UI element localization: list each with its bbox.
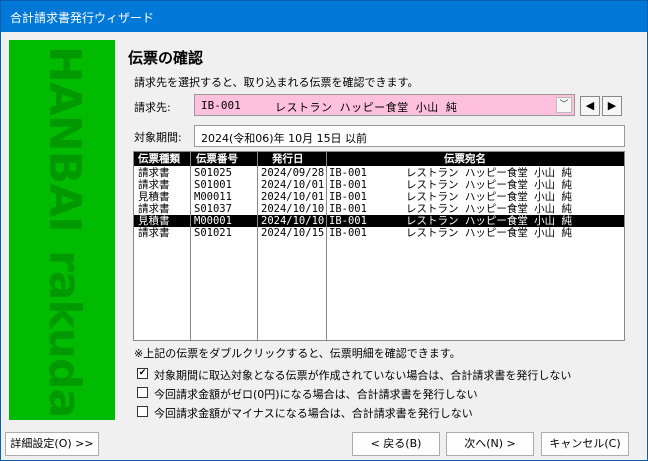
- table-row[interactable]: 見積書 M00011 2024/10/01 IB-001 レストラン ハッピー食…: [134, 191, 624, 203]
- side-banner: HANBAI rakuda: [9, 40, 115, 420]
- cell-number: S01037: [194, 203, 232, 215]
- cell-number: M00001: [194, 215, 232, 227]
- option-label: 今回請求金額がマイナスになる場合は、合計請求書を発行しない: [154, 407, 473, 420]
- banner-word-top: HANBAI: [39, 46, 90, 232]
- cell-code: IB-001: [329, 167, 367, 179]
- grid-column-divider: [190, 152, 191, 340]
- cell-date: 2024/10/15: [261, 227, 325, 239]
- window-title: 合計請求書発行ウィザード: [10, 11, 155, 25]
- cell-name: レストラン ハッピー食堂 小山 純: [406, 167, 572, 179]
- wizard-window: 合計請求書発行ウィザード HANBAI rakuda 伝票の確認 請求先を選択す…: [0, 0, 648, 461]
- arrow-left-icon: ◀: [585, 99, 595, 112]
- table-row-selected[interactable]: 見積書 M00001 2024/10/10 IB-001 レストラン ハッピー食…: [134, 215, 624, 227]
- cell-type: 見積書: [138, 191, 170, 203]
- next-customer-button[interactable]: ▶: [602, 96, 622, 116]
- page-description: 請求先を選択すると、取り込まれる伝票を確認できます。: [134, 76, 419, 89]
- customer-name: レストラン ハッピー食堂 小山 純: [275, 101, 458, 114]
- col-header-number: 伝票番号: [196, 153, 238, 165]
- table-row[interactable]: 請求書 S01021 2024/10/15 IB-001 レストラン ハッピー食…: [134, 227, 624, 239]
- page-heading: 伝票の確認: [128, 49, 204, 67]
- table-row[interactable]: 請求書 S01001 2024/10/01 IB-001 レストラン ハッピー食…: [134, 179, 624, 191]
- cell-type: 請求書: [138, 203, 170, 215]
- cancel-button[interactable]: キャンセル(C): [541, 432, 629, 456]
- col-header-type: 伝票種類: [138, 153, 180, 165]
- grid-note: ※上記の伝票をダブルクリックすると、伝票明細を確認できます。: [134, 347, 461, 360]
- cell-type: 見積書: [138, 215, 170, 227]
- chevron-down-icon[interactable]: ﹀: [556, 97, 572, 113]
- cell-date: 2024/10/10: [261, 215, 325, 227]
- back-button[interactable]: < 戻る(B): [352, 432, 440, 456]
- cell-date: 2024/09/28: [261, 167, 325, 179]
- cell-type: 請求書: [138, 167, 170, 179]
- cell-name: レストラン ハッピー食堂 小山 純: [406, 191, 572, 203]
- option-label: 対象期間に取込対象となる伝票が作成されていない場合は、合計請求書を発行しない: [154, 369, 572, 382]
- cell-number: S01001: [194, 179, 232, 191]
- prev-customer-button[interactable]: ◀: [580, 96, 600, 116]
- period-field: 2024(令和06)年 10月 15日 以前: [194, 125, 625, 147]
- customer-combobox[interactable]: IB-001 レストラン ハッピー食堂 小山 純 ﹀: [194, 94, 575, 116]
- table-row[interactable]: 請求書 S01037 2024/10/10 IB-001 レストラン ハッピー食…: [134, 203, 624, 215]
- cell-name: レストラン ハッピー食堂 小山 純: [406, 227, 572, 239]
- grid-header: 伝票種類 伝票番号 発行日 伝票宛名: [134, 152, 624, 166]
- grid-column-divider: [257, 152, 258, 340]
- cell-code: IB-001: [329, 215, 367, 227]
- cell-name: レストラン ハッピー食堂 小山 純: [406, 215, 572, 227]
- details-button[interactable]: 詳細設定(O) >>: [5, 432, 99, 456]
- cell-number: S01025: [194, 167, 232, 179]
- period-label: 対象期間:: [134, 131, 182, 144]
- cell-type: 請求書: [138, 179, 170, 191]
- arrow-right-icon: ▶: [607, 99, 617, 112]
- table-row[interactable]: 請求書 S01025 2024/09/28 IB-001 レストラン ハッピー食…: [134, 167, 624, 179]
- cell-date: 2024/10/01: [261, 179, 325, 191]
- checkbox-unchecked[interactable]: [137, 387, 148, 398]
- cell-code: IB-001: [329, 179, 367, 191]
- option-label: 今回請求金額がゼロ(0円)になる場合は、合計請求書を発行しない: [154, 388, 478, 401]
- wizard-content: HANBAI rakuda 伝票の確認 請求先を選択すると、取り込まれる伝票を確…: [1, 32, 647, 460]
- checkbox-checked[interactable]: ✔: [137, 368, 148, 379]
- cell-date: 2024/10/01: [261, 191, 325, 203]
- customer-label: 請求先:: [134, 101, 171, 114]
- grid-column-divider: [326, 152, 327, 340]
- cell-code: IB-001: [329, 191, 367, 203]
- banner-word-bottom: rakuda: [39, 250, 90, 418]
- cell-code: IB-001: [329, 227, 367, 239]
- slip-grid[interactable]: 伝票種類 伝票番号 発行日 伝票宛名 請求書 S01025 2024/09/28…: [133, 151, 625, 341]
- col-header-date: 発行日: [272, 153, 304, 165]
- customer-code: IB-001: [201, 99, 241, 112]
- cell-type: 請求書: [138, 227, 170, 239]
- cell-name: レストラン ハッピー食堂 小山 純: [406, 179, 572, 191]
- checkbox-unchecked[interactable]: [137, 406, 148, 417]
- period-value: 2024(令和06)年 10月 15日 以前: [201, 132, 368, 145]
- title-bar: 合計請求書発行ウィザード: [1, 1, 647, 32]
- col-header-addressee: 伝票宛名: [444, 153, 486, 165]
- cell-number: M00011: [194, 191, 232, 203]
- cell-name: レストラン ハッピー食堂 小山 純: [406, 203, 572, 215]
- next-button[interactable]: 次へ(N) >: [446, 432, 534, 456]
- cell-date: 2024/10/10: [261, 203, 325, 215]
- cell-number: S01021: [194, 227, 232, 239]
- cell-code: IB-001: [329, 203, 367, 215]
